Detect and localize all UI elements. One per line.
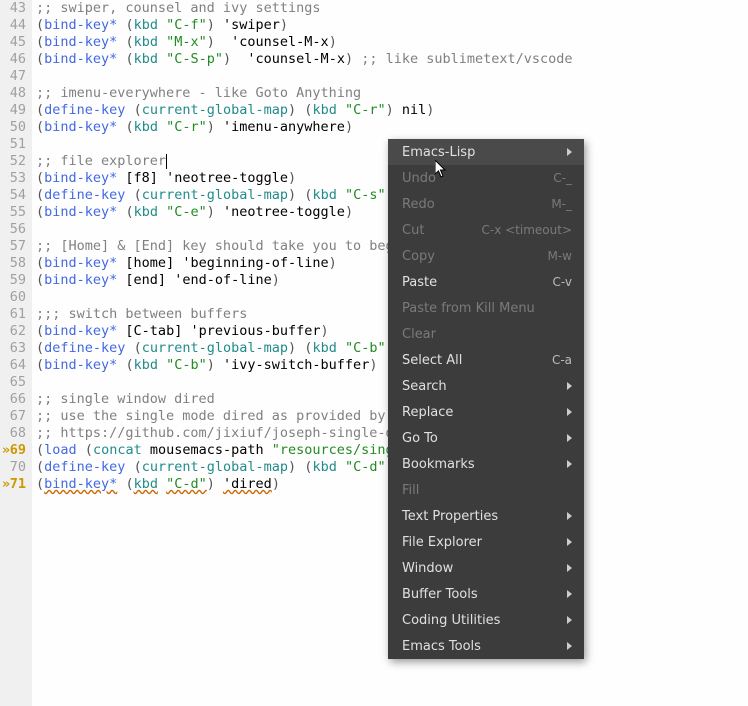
code-line[interactable]: (bind-key* (kbd "C-r") 'imenu-anywhere) [36,119,744,136]
menu-item-buffer-tools[interactable]: Buffer Tools [388,581,584,607]
chevron-right-icon [567,460,572,468]
code-line[interactable]: (bind-key* (kbd "C-S-p") 'counsel-M-x) ;… [36,51,744,68]
line-number: 43 [4,0,26,17]
menu-shortcut: C-x <timeout> [482,223,573,237]
line-number: 55 [4,204,26,221]
menu-item-go-to[interactable]: Go To [388,425,584,451]
menu-item-label: Coding Utilities [402,613,500,628]
line-number: 59 [4,272,26,289]
line-number: 70 [4,459,26,476]
menu-item-label: Fill [402,483,419,498]
menu-item-label: Emacs-Lisp [402,145,475,160]
line-number: 44 [4,17,26,34]
line-number: 64 [4,357,26,374]
line-number: 63 [4,340,26,357]
menu-item-redo: Redo M-_ [388,191,584,217]
menu-shortcut: C-v [553,275,573,289]
line-number: 69 [4,442,26,459]
chevron-right-icon [567,564,572,572]
menu-item-window[interactable]: Window [388,555,584,581]
code-line[interactable]: ;; imenu-everywhere - like Goto Anything [36,85,744,102]
code-line[interactable]: (bind-key* (kbd "M-x") 'counsel-M-x) [36,34,744,51]
menu-item-cut: Cut C-x <timeout> [388,217,584,243]
line-number: 51 [4,136,26,153]
line-number: 54 [4,187,26,204]
menu-item-label: File Explorer [402,535,482,550]
editor-pane[interactable]: 4344454647484950515253545556575859606162… [0,0,748,706]
menu-item-text-properties[interactable]: Text Properties [388,503,584,529]
menu-item-label: Cut [402,223,424,238]
line-number: 49 [4,102,26,119]
menu-item-label: Text Properties [402,509,498,524]
line-number: 52 [4,153,26,170]
line-number: 56 [4,221,26,238]
menu-shortcut: M-_ [551,197,572,211]
menu-item-label: Go To [402,431,438,446]
line-number: 45 [4,34,26,51]
code-line[interactable]: (define-key (current-global-map) (kbd "C… [36,102,744,119]
code-line[interactable]: (bind-key* (kbd "C-f") 'swiper) [36,17,744,34]
menu-item-replace[interactable]: Replace [388,399,584,425]
line-number: 48 [4,85,26,102]
menu-item-label: Emacs Tools [402,639,481,654]
line-number: 46 [4,51,26,68]
chevron-right-icon [567,590,572,598]
menu-item-undo: Undo C-_ [388,165,584,191]
menu-item-label: Select All [402,353,462,368]
menu-item-label: Search [402,379,447,394]
line-number: 60 [4,289,26,306]
menu-item-select-all[interactable]: Select All C-a [388,347,584,373]
menu-item-label: Replace [402,405,453,420]
menu-item-label: Bookmarks [402,457,475,472]
menu-item-label: Redo [402,197,435,212]
code-line[interactable] [36,68,744,85]
menu-item-label: Copy [402,249,435,264]
menu-item-search[interactable]: Search [388,373,584,399]
menu-shortcut: C-a [552,353,572,367]
chevron-right-icon [567,408,572,416]
line-number: 68 [4,425,26,442]
chevron-right-icon [567,642,572,650]
menu-item-emacs-tools[interactable]: Emacs Tools [388,633,584,659]
line-number: 62 [4,323,26,340]
menu-item-bookmarks[interactable]: Bookmarks [388,451,584,477]
menu-item-label: Paste [402,275,437,290]
menu-item-paste[interactable]: Paste C-v [388,269,584,295]
line-number: 53 [4,170,26,187]
line-number: 71 [4,476,26,493]
menu-item-coding-utilities[interactable]: Coding Utilities [388,607,584,633]
chevron-right-icon [567,434,572,442]
line-number: 67 [4,408,26,425]
menu-item-label: Paste from Kill Menu [402,301,535,316]
menu-item-label: Window [402,561,453,576]
menu-item-file-explorer[interactable]: File Explorer [388,529,584,555]
menu-shortcut: C-_ [553,171,572,185]
line-number: 50 [4,119,26,136]
chevron-right-icon [567,148,572,156]
line-number: 47 [4,68,26,85]
chevron-right-icon [567,382,572,390]
chevron-right-icon [567,512,572,520]
code-line[interactable]: ;; swiper, counsel and ivy settings [36,0,744,17]
menu-shortcut: M-w [548,249,573,263]
menu-item-fill: Fill [388,477,584,503]
context-menu[interactable]: Emacs-Lisp Undo C-_ Redo M-_ Cut C-x <timeout>… [388,139,584,659]
menu-item-emacs-lisp[interactable]: Emacs-Lisp [388,139,584,165]
line-number-gutter: 4344454647484950515253545556575859606162… [0,0,32,706]
chevron-right-icon [567,616,572,624]
menu-item-paste-from-kill-menu: Paste from Kill Menu [388,295,584,321]
line-number: 66 [4,391,26,408]
menu-item-copy: Copy M-w [388,243,584,269]
menu-item-label: Buffer Tools [402,587,478,602]
menu-item-clear: Clear [388,321,584,347]
line-number: 58 [4,255,26,272]
line-number: 57 [4,238,26,255]
chevron-right-icon [567,538,572,546]
line-number: 61 [4,306,26,323]
menu-item-label: Clear [402,327,436,342]
line-number: 65 [4,374,26,391]
menu-item-label: Undo [402,171,436,186]
